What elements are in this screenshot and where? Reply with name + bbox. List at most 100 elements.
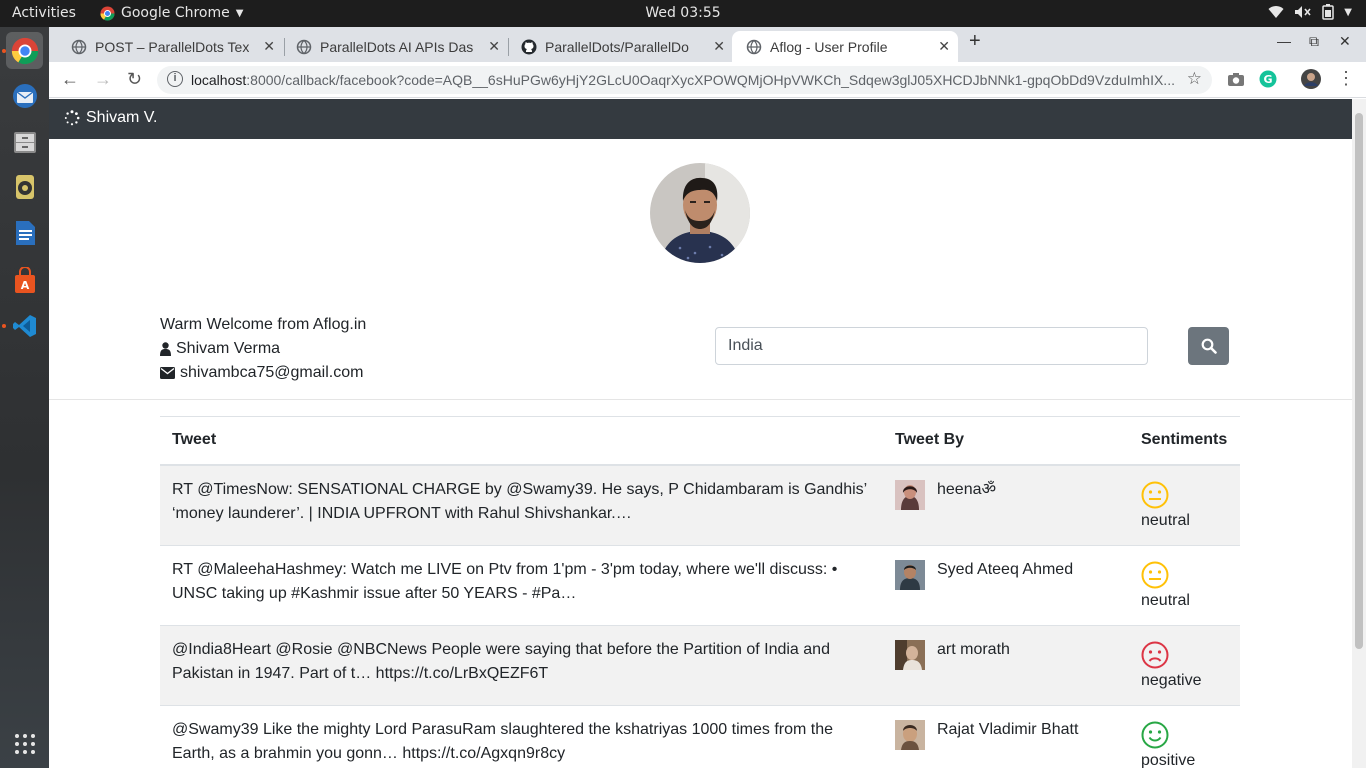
tweets-table: Tweet Tweet By Sentiments RT @TimesNow: … bbox=[160, 416, 1240, 768]
svg-text:A: A bbox=[20, 279, 29, 292]
address-bar[interactable]: i localhost:8000/callback/facebook?code=… bbox=[157, 66, 1212, 94]
brand-text: Shivam V. bbox=[86, 109, 158, 126]
dock-vscode[interactable] bbox=[6, 307, 43, 344]
close-icon[interactable]: ✕ bbox=[713, 38, 725, 55]
vscode-icon bbox=[12, 314, 36, 337]
dock-chrome[interactable] bbox=[6, 32, 43, 69]
tweet-text: RT @TimesNow: SENSATIONAL CHARGE by @Swa… bbox=[160, 464, 883, 545]
info-icon[interactable]: i bbox=[167, 71, 183, 87]
grammarly-icon[interactable]: G bbox=[1259, 70, 1277, 88]
system-tray[interactable]: ▼ bbox=[1268, 4, 1352, 20]
table-row: @India8Heart @Rosie @NBCNews People were… bbox=[160, 624, 1240, 705]
profile-avatar bbox=[650, 163, 750, 263]
svg-text:G: G bbox=[1263, 73, 1272, 86]
chevron-down-icon: ▼ bbox=[1344, 6, 1352, 18]
table-row: RT @MaleehaHashmey: Watch me LIVE on Ptv… bbox=[160, 544, 1240, 625]
system-top-bar: Activities Google Chrome ▼ Wed 03:55 ▼ bbox=[0, 0, 1366, 27]
bookmark-star-icon[interactable]: ☆ bbox=[1187, 69, 1202, 89]
back-button[interactable]: ← bbox=[61, 69, 79, 90]
shopping-bag-icon: A bbox=[14, 266, 35, 293]
app-menu[interactable]: Google Chrome ▼ bbox=[100, 5, 243, 21]
sentiment-label: negative bbox=[1141, 671, 1202, 689]
search-input[interactable] bbox=[715, 327, 1148, 365]
clock[interactable]: Wed 03:55 bbox=[645, 5, 720, 21]
profile-photo bbox=[650, 163, 750, 263]
dock-writer[interactable] bbox=[6, 214, 43, 251]
close-window-button[interactable]: ✕ bbox=[1339, 33, 1351, 50]
globe-icon bbox=[296, 39, 312, 54]
activities-button[interactable]: Activities bbox=[12, 5, 76, 21]
site-navbar: Shivam V. bbox=[49, 99, 1352, 139]
sentiment-cell: negative bbox=[1129, 624, 1240, 705]
restore-button[interactable]: ⧉ bbox=[1309, 33, 1319, 50]
column-header-tweet: Tweet bbox=[160, 416, 883, 466]
sentiment-cell: neutral bbox=[1129, 544, 1240, 625]
tab-aflog-user-profile[interactable]: Aflog - User Profile ✕ bbox=[732, 31, 958, 62]
speaker-icon bbox=[15, 174, 34, 199]
user-name: Shivam Verma bbox=[176, 340, 281, 357]
tab-paralleldots-dashboard[interactable]: ParallelDots AI APIs Das ✕ bbox=[282, 31, 508, 62]
navbar-brand[interactable]: Shivam V. bbox=[64, 109, 157, 127]
tab-github-paralleldots[interactable]: ParallelDots/ParallelDo ✕ bbox=[507, 31, 733, 62]
author-avatar bbox=[895, 639, 925, 670]
mail-icon bbox=[12, 83, 37, 108]
search-icon bbox=[1201, 338, 1217, 354]
spinner-icon bbox=[64, 110, 80, 126]
minimize-button[interactable]: — bbox=[1277, 33, 1291, 49]
chrome-icon bbox=[11, 37, 38, 64]
dock-software[interactable]: A bbox=[6, 262, 43, 299]
tweet-author: Syed Ateeq Ahmed bbox=[937, 560, 1074, 578]
tab-label: POST – ParallelDots Tex bbox=[95, 38, 250, 55]
reload-button[interactable]: ↻ bbox=[127, 69, 142, 90]
tweet-text: @Swamy39 Like the mighty Lord ParasuRam … bbox=[160, 704, 883, 768]
globe-icon bbox=[746, 39, 762, 54]
forward-button[interactable]: → bbox=[94, 69, 112, 90]
neutral-face-icon bbox=[1141, 481, 1169, 508]
more-menu-icon[interactable]: ⋮ bbox=[1337, 68, 1355, 89]
dock-rhythmbox[interactable] bbox=[6, 168, 43, 205]
tab-label: ParallelDots AI APIs Das bbox=[320, 38, 474, 55]
sentiment-cell: positive bbox=[1129, 704, 1240, 768]
sad-face-icon bbox=[1141, 641, 1169, 668]
document-icon bbox=[15, 220, 35, 245]
table-row: @Swamy39 Like the mighty Lord ParasuRam … bbox=[160, 704, 1240, 768]
user-icon bbox=[160, 342, 171, 356]
show-applications-button[interactable] bbox=[6, 725, 43, 762]
dock-files[interactable] bbox=[6, 123, 43, 160]
new-tab-button[interactable]: + bbox=[969, 30, 981, 53]
sentiment-cell: neutral bbox=[1129, 464, 1240, 545]
sentiment-label: positive bbox=[1141, 751, 1196, 768]
camera-icon[interactable] bbox=[1227, 71, 1245, 87]
profile-avatar-icon[interactable] bbox=[1301, 69, 1321, 89]
tab-label: Aflog - User Profile bbox=[770, 38, 888, 55]
tweet-author-cell: art morath bbox=[883, 624, 1129, 705]
table-row: RT @TimesNow: SENSATIONAL CHARGE by @Swa… bbox=[160, 464, 1240, 545]
globe-icon bbox=[71, 39, 87, 54]
close-icon[interactable]: ✕ bbox=[263, 38, 275, 55]
smile-face-icon bbox=[1141, 721, 1169, 748]
search-button[interactable] bbox=[1188, 327, 1229, 365]
github-icon bbox=[521, 39, 537, 54]
sentiment-label: neutral bbox=[1141, 511, 1190, 529]
scrollbar-thumb[interactable] bbox=[1355, 113, 1363, 649]
close-icon[interactable]: ✕ bbox=[488, 38, 500, 55]
app-menu-label: Google Chrome bbox=[121, 5, 230, 21]
page-scrollbar[interactable] bbox=[1352, 99, 1366, 768]
sentiment-label: neutral bbox=[1141, 591, 1190, 609]
author-avatar bbox=[895, 559, 925, 590]
tab-strip: POST – ParallelDots Tex ✕ ParallelDots A… bbox=[49, 27, 1366, 62]
page-content: Shivam V. Warm Welcome from Aflog.in Shi… bbox=[49, 99, 1352, 768]
tweet-author: art morath bbox=[937, 640, 1010, 658]
chrome-icon bbox=[100, 5, 115, 21]
file-cabinet-icon bbox=[13, 131, 36, 153]
tweet-author-cell: Rajat Vladimir Bhatt bbox=[883, 704, 1129, 768]
tab-paralleldots-text[interactable]: POST – ParallelDots Tex ✕ bbox=[57, 31, 283, 62]
close-icon[interactable]: ✕ bbox=[938, 38, 950, 55]
dock-thunderbird[interactable] bbox=[6, 77, 43, 114]
user-email: shivambca75@gmail.com bbox=[180, 364, 364, 381]
author-avatar bbox=[895, 719, 925, 750]
tweet-author: heenaॐ bbox=[937, 480, 997, 498]
welcome-block: Warm Welcome from Aflog.in Shivam Verma … bbox=[160, 313, 366, 385]
url-text[interactable]: localhost:8000/callback/facebook?code=AQ… bbox=[191, 72, 1181, 88]
wifi-icon bbox=[1268, 6, 1284, 19]
